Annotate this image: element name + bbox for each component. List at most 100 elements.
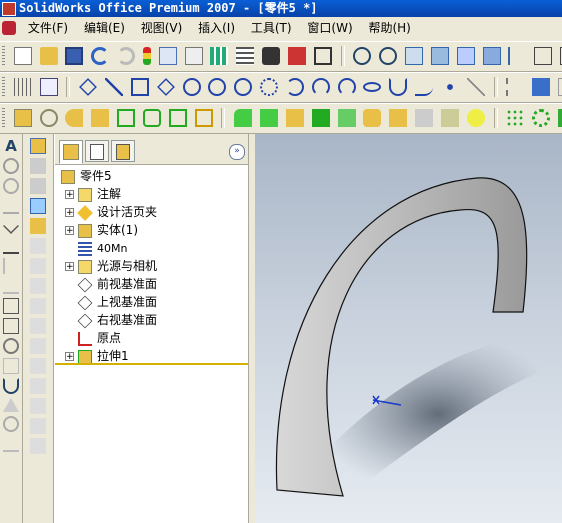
sketch-grid-icon[interactable] — [13, 78, 32, 96]
menu-help[interactable]: 帮助(H) — [362, 17, 416, 39]
open-folder-icon[interactable] — [39, 47, 58, 65]
smart-dimension-icon[interactable] — [79, 78, 98, 96]
swept-boss-icon[interactable] — [65, 109, 84, 127]
surface-loft-icon[interactable] — [30, 198, 46, 214]
camera-icon[interactable] — [262, 47, 281, 65]
menu-edit[interactable]: 编辑(E) — [78, 17, 131, 39]
mirror-icon[interactable] — [506, 78, 524, 96]
split-icon[interactable] — [466, 109, 485, 127]
surface-revolve-icon[interactable] — [30, 158, 46, 174]
rectangle-icon[interactable] — [130, 78, 149, 96]
standard-views-icon[interactable] — [430, 47, 449, 65]
lofted-cut-icon[interactable] — [194, 109, 213, 127]
expand-icon[interactable]: + — [65, 190, 74, 200]
toolbox-icon[interactable] — [287, 47, 306, 65]
parabola-icon[interactable] — [389, 78, 408, 96]
menu-insert[interactable]: 插入(I) — [192, 17, 241, 39]
menu-window[interactable]: 窗口(W) — [301, 17, 358, 39]
expand-icon[interactable]: + — [65, 208, 74, 218]
target-tool-icon[interactable] — [3, 416, 19, 432]
lofted-boss-icon[interactable] — [91, 109, 110, 127]
undo-icon[interactable] — [91, 47, 110, 65]
save-icon[interactable] — [65, 47, 84, 65]
revolved-cut-icon[interactable] — [142, 109, 161, 127]
3pt-arc-icon[interactable] — [337, 78, 356, 96]
expand-icon[interactable]: + — [65, 226, 74, 236]
label-tool-icon[interactable] — [3, 318, 19, 334]
revolved-boss-icon[interactable] — [39, 109, 58, 127]
planar-surface-icon[interactable] — [30, 298, 46, 314]
new-document-icon[interactable] — [13, 47, 32, 65]
linear-pattern-icon[interactable] — [506, 109, 525, 127]
centerline-icon[interactable] — [466, 78, 485, 96]
file-properties-icon[interactable] — [158, 47, 177, 65]
rib-icon[interactable] — [285, 109, 304, 127]
expand-panel-button[interactable]: » — [229, 144, 245, 160]
toolbar-grip[interactable] — [2, 46, 5, 66]
replace-face-icon[interactable] — [30, 398, 46, 414]
toolbar-grip[interactable] — [2, 77, 5, 97]
weld-tool-icon[interactable] — [3, 278, 19, 294]
dimension-tool-icon[interactable] — [3, 298, 19, 314]
draft-icon[interactable] — [337, 109, 356, 127]
center-circle-icon[interactable] — [208, 78, 227, 96]
menu-file[interactable]: 文件(F) — [22, 17, 74, 39]
sketch-point-icon[interactable] — [440, 78, 459, 96]
tree-item-origin[interactable]: 原点 — [78, 329, 121, 347]
previous-view-icon[interactable] — [405, 47, 424, 65]
perimeter-circle-icon[interactable] — [234, 78, 253, 96]
mid-surface-icon[interactable] — [30, 438, 46, 454]
tab-configuration-manager[interactable] — [111, 140, 135, 162]
tree-item-top-plane[interactable]: 上视基准面 — [77, 293, 157, 311]
shell-icon[interactable] — [311, 109, 330, 127]
expand-icon[interactable]: + — [65, 352, 74, 362]
wave-tool-icon[interactable] — [3, 258, 19, 274]
normal-to-icon[interactable] — [508, 47, 526, 65]
zoom-fit-icon[interactable] — [313, 47, 332, 65]
gauge-tool-icon[interactable] — [3, 338, 19, 354]
options-icon[interactable] — [184, 47, 203, 65]
tab-feature-manager[interactable] — [59, 140, 83, 164]
pencil-tool-icon[interactable] — [3, 436, 19, 452]
extruded-cut-icon[interactable] — [117, 109, 136, 127]
dome-icon[interactable] — [389, 109, 408, 127]
wrap-icon[interactable] — [415, 109, 434, 127]
redo-icon[interactable] — [117, 47, 136, 65]
menu-view[interactable]: 视图(V) — [135, 17, 189, 39]
offset-surface-icon[interactable] — [30, 238, 46, 254]
tangent-arc-icon[interactable] — [285, 78, 304, 96]
pan-tool-icon[interactable] — [3, 198, 19, 214]
surface-sweep-icon[interactable] — [30, 178, 46, 194]
extend-surface-icon[interactable] — [30, 318, 46, 334]
tree-item-front-plane[interactable]: 前视基准面 — [77, 275, 157, 293]
radiate-surface-icon[interactable] — [30, 258, 46, 274]
knit-surface-icon[interactable] — [30, 278, 46, 294]
polygon-icon[interactable] — [156, 78, 175, 96]
hole-wizard-icon[interactable] — [363, 109, 382, 127]
toolbar-grip[interactable] — [2, 108, 5, 128]
point-circle-icon[interactable] — [260, 78, 279, 96]
thicken-icon[interactable] — [30, 418, 46, 434]
circle-icon[interactable] — [182, 78, 201, 96]
delete-face-icon[interactable] — [30, 378, 46, 394]
sketch-text-icon[interactable] — [532, 78, 551, 96]
mirror-feature-icon[interactable] — [558, 109, 562, 127]
balloon-tool-icon[interactable] — [3, 358, 19, 374]
expand-icon[interactable]: + — [65, 262, 74, 272]
fillet-sketch-icon[interactable] — [558, 78, 562, 96]
wireframe-icon[interactable] — [534, 47, 553, 65]
check-tool-icon[interactable] — [3, 218, 19, 234]
boundary-surface-icon[interactable] — [30, 218, 46, 234]
spline-icon[interactable] — [415, 78, 434, 96]
rollback-bar[interactable] — [55, 363, 249, 365]
fillet-icon[interactable] — [234, 109, 253, 127]
menu-tools[interactable]: 工具(T) — [245, 17, 298, 39]
zoom-area-icon[interactable] — [353, 47, 372, 65]
tree-item-lights-cameras[interactable]: + 光源与相机 — [65, 257, 157, 275]
edit-sketch-icon[interactable] — [39, 78, 58, 96]
zoom-tool-icon[interactable] — [3, 158, 19, 174]
swept-cut-icon[interactable] — [168, 109, 187, 127]
zoom-in-icon[interactable] — [379, 47, 398, 65]
fill-surface-icon[interactable] — [30, 358, 46, 374]
tree-item-right-plane[interactable]: 右视基准面 — [77, 311, 157, 329]
